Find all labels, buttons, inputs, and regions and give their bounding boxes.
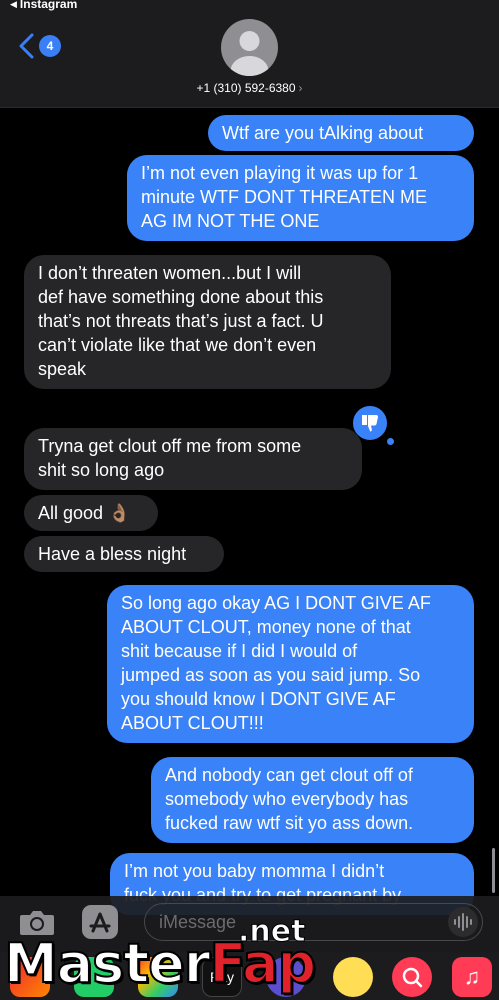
- chevron-right-icon: ›: [298, 81, 303, 95]
- message-placeholder: iMessage: [159, 912, 237, 932]
- message-bubble-received[interactable]: I don’t threaten women...but I will def …: [24, 255, 391, 389]
- message-bubble-sent[interactable]: Wtf are you tAlking about: [208, 115, 474, 151]
- message-bubble-sent[interactable]: And nobody can get clout off of somebody…: [151, 757, 474, 843]
- memoji-stickers-icon[interactable]: [333, 957, 373, 997]
- back-app-label: Instagram: [19, 0, 78, 11]
- back-to-app-link[interactable]: ◀ Instagram: [10, 0, 77, 11]
- contact-avatar[interactable]: [221, 19, 278, 76]
- message-bubble-received[interactable]: Have a bless night: [24, 536, 224, 572]
- conversation-header: ◀ Instagram 4 +1 (310) 592-6380 ›: [0, 0, 499, 108]
- scrollbar[interactable]: [492, 848, 495, 893]
- back-button[interactable]: 4: [18, 33, 61, 59]
- message-bubble-sent[interactable]: I’m not even playing it was up for 1 min…: [127, 155, 474, 241]
- contact-number: +1 (310) 592-6380: [196, 81, 296, 95]
- person-icon: [230, 31, 269, 76]
- contact-name[interactable]: +1 (310) 592-6380 ›: [0, 81, 499, 95]
- back-triangle-icon: ◀: [10, 0, 17, 9]
- audio-record-button[interactable]: [448, 907, 478, 937]
- music-icon[interactable]: ♫: [452, 957, 492, 997]
- chevron-left-icon: [19, 33, 34, 59]
- message-bubble-received[interactable]: Tryna get clout off me from some shit so…: [24, 428, 362, 490]
- unread-count-badge: 4: [39, 35, 61, 57]
- reaction-tail: [387, 438, 394, 445]
- message-bubble-received[interactable]: All good 👌🏽: [24, 495, 158, 531]
- message-bubble-sent[interactable]: So long ago okay AG I DONT GIVE AF ABOUT…: [107, 585, 474, 743]
- watermark-part1: Master: [3, 931, 211, 996]
- waveform-icon: [454, 913, 472, 931]
- images-search-icon[interactable]: [392, 957, 432, 997]
- watermark-suffix: .net: [237, 914, 306, 950]
- thumbs-down-icon: [362, 415, 379, 432]
- globe-icon: [402, 967, 423, 988]
